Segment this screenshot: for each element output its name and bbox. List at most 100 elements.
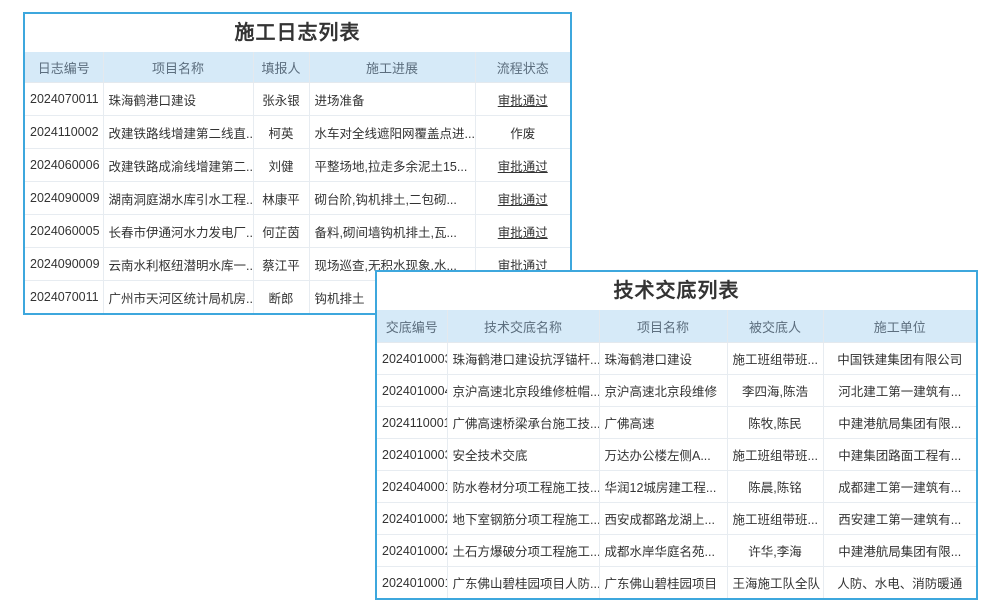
log-id-link[interactable]: 2024060006 — [25, 149, 103, 182]
construction-log-title: 施工日志列表 — [25, 14, 570, 52]
project-name-link[interactable]: 珠海鹤港口建设 — [103, 83, 253, 116]
disclosure-name-link[interactable]: 土石方爆破分项工程施工... — [447, 535, 599, 567]
project-name-link[interactable]: 珠海鹤港口建设 — [599, 343, 727, 375]
reporter-link[interactable]: 柯英 — [253, 116, 309, 149]
col-header-log-id: 日志编号 — [25, 52, 103, 83]
reporter-link[interactable]: 刘健 — [253, 149, 309, 182]
recipients-text: 王海施工队全队 — [727, 567, 823, 599]
progress-text: 水车对全线遮阳网覆盖点进... — [309, 116, 475, 149]
table-row: 2024060006改建铁路成渝线增建第二...刘健平整场地,拉走多余泥土15.… — [25, 149, 570, 182]
col-header-progress: 施工进展 — [309, 52, 475, 83]
project-name-link[interactable]: 改建铁路线增建第二线直... — [103, 116, 253, 149]
table-row: 2024110001广佛高速桥梁承台施工技...广佛高速陈牧,陈民中建港航局集团… — [377, 407, 976, 439]
reporter-link[interactable]: 何芷茵 — [253, 215, 309, 248]
disclosure-id-link[interactable]: 2024010002 — [377, 503, 447, 535]
construction-unit-text: 中建港航局集团有限... — [823, 407, 976, 439]
project-name-link[interactable]: 万达办公楼左侧A... — [599, 439, 727, 471]
col-header-recipients: 被交底人 — [727, 310, 823, 343]
table-row: 2024010002土石方爆破分项工程施工...成都水岸华庭名苑...许华,李海… — [377, 535, 976, 567]
recipients-text: 陈晨,陈铭 — [727, 471, 823, 503]
project-name-link[interactable]: 长春市伊通河水力发电厂... — [103, 215, 253, 248]
table-row: 2024010003珠海鹤港口建设抗浮锚杆...珠海鹤港口建设施工班组带班...… — [377, 343, 976, 375]
table-row: 2024110002改建铁路线增建第二线直...柯英水车对全线遮阳网覆盖点进..… — [25, 116, 570, 149]
col-header-project-name: 项目名称 — [599, 310, 727, 343]
progress-text: 进场准备 — [309, 83, 475, 116]
col-header-disclosure-id: 交底编号 — [377, 310, 447, 343]
project-name-link[interactable]: 成都水岸华庭名苑... — [599, 535, 727, 567]
recipients-text: 陈牧,陈民 — [727, 407, 823, 439]
recipients-text: 施工班组带班... — [727, 343, 823, 375]
disclosure-id-link[interactable]: 2024040001 — [377, 471, 447, 503]
col-header-reporter: 填报人 — [253, 52, 309, 83]
recipients-text: 施工班组带班... — [727, 503, 823, 535]
flow-status-link[interactable]: 审批通过 — [475, 83, 570, 116]
project-name-link[interactable]: 广东佛山碧桂园项目 — [599, 567, 727, 599]
disclosure-id-link[interactable]: 2024010003 — [377, 343, 447, 375]
reporter-link[interactable]: 林康平 — [253, 182, 309, 215]
disclosure-id-link[interactable]: 2024010002 — [377, 535, 447, 567]
construction-log-header: 日志编号 项目名称 填报人 施工进展 流程状态 — [25, 52, 570, 83]
recipients-text: 许华,李海 — [727, 535, 823, 567]
flow-status-link[interactable]: 审批通过 — [475, 149, 570, 182]
log-id-link[interactable]: 2024110002 — [25, 116, 103, 149]
construction-unit-text: 西安建工第一建筑有... — [823, 503, 976, 535]
disclosure-id-link[interactable]: 2024010004 — [377, 375, 447, 407]
technical-disclosure-header: 交底编号 技术交底名称 项目名称 被交底人 施工单位 — [377, 310, 976, 343]
log-id-link[interactable]: 2024090009 — [25, 248, 103, 281]
reporter-link[interactable]: 张永银 — [253, 83, 309, 116]
table-row: 2024010002地下室钢筋分项工程施工...西安成都路龙湖上...施工班组带… — [377, 503, 976, 535]
flow-status-link[interactable]: 作废 — [475, 116, 570, 149]
project-name-link[interactable]: 云南水利枢纽潜明水库一... — [103, 248, 253, 281]
disclosure-name-link[interactable]: 广东佛山碧桂园项目人防... — [447, 567, 599, 599]
log-id-link[interactable]: 2024070011 — [25, 83, 103, 116]
disclosure-name-link[interactable]: 地下室钢筋分项工程施工... — [447, 503, 599, 535]
col-header-construction-unit: 施工单位 — [823, 310, 976, 343]
table-row: 2024010003安全技术交底万达办公楼左侧A...施工班组带班...中建集团… — [377, 439, 976, 471]
project-name-link[interactable]: 西安成都路龙湖上... — [599, 503, 727, 535]
technical-disclosure-body: 2024010003珠海鹤港口建设抗浮锚杆...珠海鹤港口建设施工班组带班...… — [377, 343, 976, 599]
construction-unit-text: 中建港航局集团有限... — [823, 535, 976, 567]
recipients-text: 施工班组带班... — [727, 439, 823, 471]
construction-unit-text: 成都建工第一建筑有... — [823, 471, 976, 503]
table-row: 2024010004京沪高速北京段维修桩帽...京沪高速北京段维修李四海,陈浩河… — [377, 375, 976, 407]
progress-text: 平整场地,拉走多余泥土15... — [309, 149, 475, 182]
progress-text: 备料,砌间墙钩机排土,瓦... — [309, 215, 475, 248]
disclosure-name-link[interactable]: 珠海鹤港口建设抗浮锚杆... — [447, 343, 599, 375]
disclosure-name-link[interactable]: 广佛高速桥梁承台施工技... — [447, 407, 599, 439]
construction-unit-text: 人防、水电、消防暖通 — [823, 567, 976, 599]
table-row: 2024090009湖南洞庭湖水库引水工程...林康平砌台阶,钩机排土,二包砌.… — [25, 182, 570, 215]
flow-status-link[interactable]: 审批通过 — [475, 215, 570, 248]
technical-disclosure-panel: 技术交底列表 交底编号 技术交底名称 项目名称 被交底人 施工单位 202401… — [375, 270, 978, 600]
log-id-link[interactable]: 2024090009 — [25, 182, 103, 215]
table-row: 2024060005长春市伊通河水力发电厂...何芷茵备料,砌间墙钩机排土,瓦.… — [25, 215, 570, 248]
construction-unit-text: 河北建工第一建筑有... — [823, 375, 976, 407]
construction-unit-text: 中国铁建集团有限公司 — [823, 343, 976, 375]
technical-disclosure-table: 交底编号 技术交底名称 项目名称 被交底人 施工单位 2024010003珠海鹤… — [377, 310, 976, 598]
disclosure-name-link[interactable]: 安全技术交底 — [447, 439, 599, 471]
disclosure-name-link[interactable]: 京沪高速北京段维修桩帽... — [447, 375, 599, 407]
project-name-link[interactable]: 湖南洞庭湖水库引水工程... — [103, 182, 253, 215]
progress-text: 砌台阶,钩机排土,二包砌... — [309, 182, 475, 215]
disclosure-id-link[interactable]: 2024010003 — [377, 439, 447, 471]
project-name-link[interactable]: 华润12城房建工程... — [599, 471, 727, 503]
disclosure-name-link[interactable]: 防水卷材分项工程施工技... — [447, 471, 599, 503]
recipients-text: 李四海,陈浩 — [727, 375, 823, 407]
table-row: 2024040001防水卷材分项工程施工技...华润12城房建工程...陈晨,陈… — [377, 471, 976, 503]
col-header-project-name: 项目名称 — [103, 52, 253, 83]
col-header-disclosure-name: 技术交底名称 — [447, 310, 599, 343]
table-row: 2024010001广东佛山碧桂园项目人防...广东佛山碧桂园项目王海施工队全队… — [377, 567, 976, 599]
technical-disclosure-title: 技术交底列表 — [377, 272, 976, 310]
log-id-link[interactable]: 2024060005 — [25, 215, 103, 248]
project-name-link[interactable]: 广州市天河区统计局机房... — [103, 281, 253, 314]
col-header-flow-status: 流程状态 — [475, 52, 570, 83]
log-id-link[interactable]: 2024070011 — [25, 281, 103, 314]
construction-unit-text: 中建集团路面工程有... — [823, 439, 976, 471]
project-name-link[interactable]: 京沪高速北京段维修 — [599, 375, 727, 407]
reporter-link[interactable]: 蔡江平 — [253, 248, 309, 281]
reporter-link[interactable]: 断郎 — [253, 281, 309, 314]
flow-status-link[interactable]: 审批通过 — [475, 182, 570, 215]
disclosure-id-link[interactable]: 2024010001 — [377, 567, 447, 599]
disclosure-id-link[interactable]: 2024110001 — [377, 407, 447, 439]
project-name-link[interactable]: 改建铁路成渝线增建第二... — [103, 149, 253, 182]
project-name-link[interactable]: 广佛高速 — [599, 407, 727, 439]
